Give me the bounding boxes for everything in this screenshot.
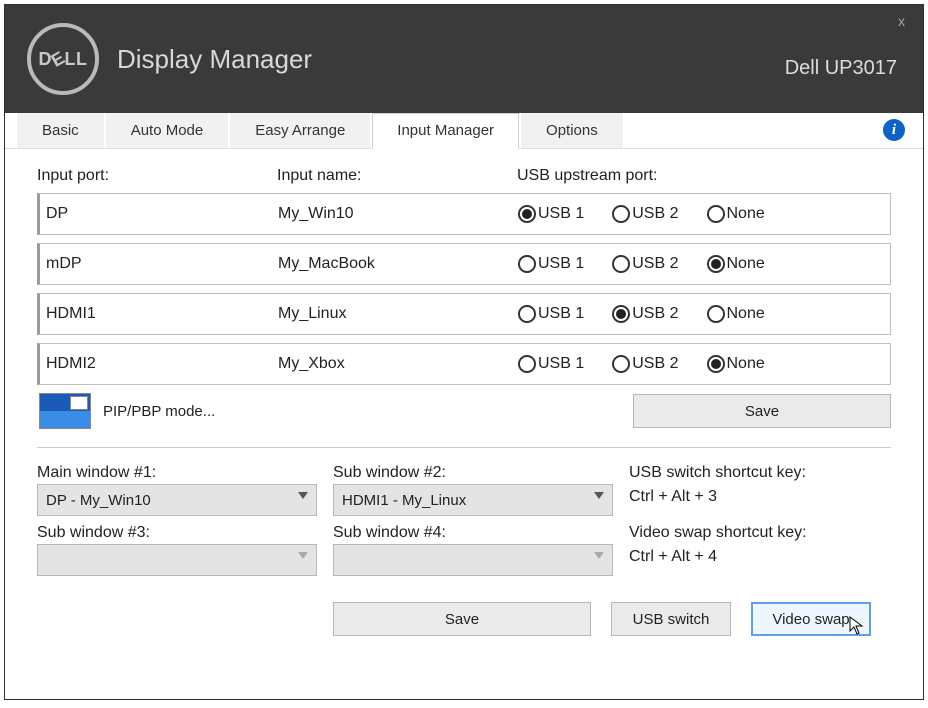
dell-logo-icon: DELL	[27, 23, 99, 95]
monitor-name: Dell UP3017	[785, 57, 897, 80]
cursor-icon	[849, 616, 865, 636]
input-row: HDMI1My_LinuxUSB 1 USB 2 None	[37, 293, 891, 335]
usb-radio-group: USB 1 USB 2 None	[518, 255, 882, 273]
info-icon[interactable]: i	[883, 119, 905, 141]
usb-switch-button[interactable]: USB switch	[611, 602, 731, 636]
radio-icon	[707, 355, 725, 373]
sub-window-2-label: Sub window #2:	[333, 464, 613, 482]
radio-icon	[612, 255, 630, 273]
usb-radio-group: USB 1 USB 2 None	[518, 305, 882, 323]
tab-basic[interactable]: Basic	[17, 113, 104, 149]
sub-window-3-select[interactable]	[37, 544, 317, 576]
video-shortcut-value: Ctrl + Alt + 4	[629, 544, 891, 566]
usb-radio-usb2[interactable]: USB 2	[612, 205, 678, 223]
usb-radio-usb2[interactable]: USB 2	[612, 305, 678, 323]
input-name-value[interactable]: My_Xbox	[278, 355, 518, 373]
chevron-down-icon	[298, 552, 308, 559]
sub-window-2-select[interactable]: HDMI1 - My_Linux	[333, 484, 613, 516]
save-windows-button[interactable]: Save	[333, 602, 591, 636]
main-window-select[interactable]: DP - My_Win10	[37, 484, 317, 516]
usb-radio-none[interactable]: None	[707, 255, 765, 273]
header-input-name: Input name:	[277, 167, 517, 185]
radio-icon	[518, 305, 536, 323]
input-name-value[interactable]: My_Linux	[278, 305, 518, 323]
input-name-value[interactable]: My_Win10	[278, 205, 518, 223]
pip-row: PIP/PBP mode... Save	[37, 393, 891, 429]
video-swap-label: Video swap	[772, 611, 849, 628]
titlebar: DELL Display Manager Dell UP3017 x	[5, 5, 923, 113]
input-row: mDPMy_MacBookUSB 1 USB 2 None	[37, 243, 891, 285]
usb-radio-group: USB 1 USB 2 None	[518, 205, 882, 223]
chevron-down-icon	[298, 492, 308, 499]
tab-auto-mode[interactable]: Auto Mode	[106, 113, 229, 149]
pip-pbp-icon[interactable]	[39, 393, 91, 429]
save-inputs-button[interactable]: Save	[633, 394, 891, 428]
usb-shortcut-value: Ctrl + Alt + 3	[629, 484, 891, 506]
usb-radio-usb2[interactable]: USB 2	[612, 255, 678, 273]
radio-icon	[707, 205, 725, 223]
usb-radio-none[interactable]: None	[707, 355, 765, 373]
app-window: DELL Display Manager Dell UP3017 x Basic…	[4, 4, 924, 700]
video-shortcut-label: Video swap shortcut key:	[629, 524, 891, 542]
tab-easy-arrange[interactable]: Easy Arrange	[230, 113, 370, 149]
sub-window-4-select[interactable]	[333, 544, 613, 576]
header-usb-port: USB upstream port:	[517, 167, 891, 185]
video-swap-button[interactable]: Video swap	[751, 602, 871, 636]
lower-grid: Main window #1: DP - My_Win10 Sub window…	[37, 464, 891, 576]
usb-radio-usb2[interactable]: USB 2	[612, 355, 678, 373]
usb-radio-usb1[interactable]: USB 1	[518, 255, 584, 273]
chevron-down-icon	[594, 492, 604, 499]
radio-icon	[612, 205, 630, 223]
radio-icon	[518, 355, 536, 373]
divider	[37, 447, 891, 448]
usb-radio-group: USB 1 USB 2 None	[518, 355, 882, 373]
tabs-bar: Basic Auto Mode Easy Arrange Input Manag…	[5, 113, 923, 149]
tab-input-manager[interactable]: Input Manager	[372, 113, 519, 149]
chevron-down-icon	[594, 552, 604, 559]
input-name-value[interactable]: My_MacBook	[278, 255, 518, 273]
radio-icon	[707, 305, 725, 323]
main-window-label: Main window #1:	[37, 464, 317, 482]
usb-radio-none[interactable]: None	[707, 305, 765, 323]
header-input-port: Input port:	[37, 167, 277, 185]
usb-radio-usb1[interactable]: USB 1	[518, 305, 584, 323]
sub-window-2-value: HDMI1 - My_Linux	[342, 492, 466, 509]
radio-icon	[707, 255, 725, 273]
input-port-value: DP	[46, 205, 278, 223]
usb-shortcut-label: USB switch shortcut key:	[629, 464, 891, 482]
input-port-value: HDMI1	[46, 305, 278, 323]
input-port-value: HDMI2	[46, 355, 278, 373]
app-title: Display Manager	[117, 44, 312, 75]
radio-icon	[518, 205, 536, 223]
usb-radio-none[interactable]: None	[707, 205, 765, 223]
close-button[interactable]: x	[898, 13, 905, 29]
tab-options[interactable]: Options	[521, 113, 623, 149]
column-headers: Input port: Input name: USB upstream por…	[37, 167, 891, 185]
radio-icon	[612, 355, 630, 373]
content-area: Input port: Input name: USB upstream por…	[5, 149, 923, 646]
action-row: Save USB switch Video swap	[37, 602, 891, 636]
radio-icon	[518, 255, 536, 273]
radio-icon	[612, 305, 630, 323]
input-row: HDMI2My_XboxUSB 1 USB 2 None	[37, 343, 891, 385]
main-window-value: DP - My_Win10	[46, 492, 151, 509]
usb-radio-usb1[interactable]: USB 1	[518, 205, 584, 223]
sub-window-3-label: Sub window #3:	[37, 524, 317, 542]
sub-window-4-label: Sub window #4:	[333, 524, 613, 542]
pip-pbp-label[interactable]: PIP/PBP mode...	[103, 403, 215, 420]
input-row: DPMy_Win10USB 1 USB 2 None	[37, 193, 891, 235]
input-port-value: mDP	[46, 255, 278, 273]
usb-radio-usb1[interactable]: USB 1	[518, 355, 584, 373]
